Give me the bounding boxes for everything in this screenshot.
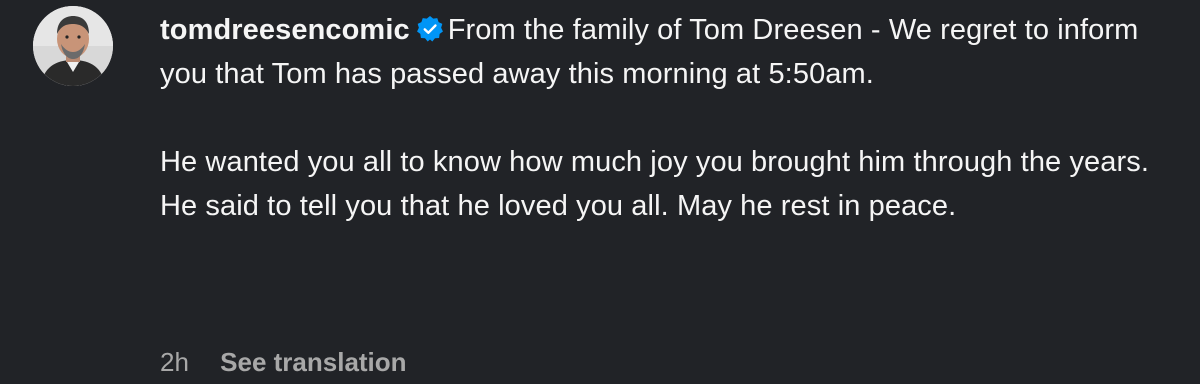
comment-body: tomdreesencomic From the family of Tom Dr… (160, 8, 1170, 228)
verified-badge-icon (416, 16, 443, 42)
username-link[interactable]: tomdreesencomic (160, 14, 410, 46)
timestamp[interactable]: 2h (160, 347, 189, 377)
avatar-photo-icon (33, 6, 113, 86)
caption-paragraph-2: He wanted you all to know how much joy y… (160, 146, 1150, 222)
see-translation-button[interactable]: See translation (220, 347, 406, 377)
comment-post: tomdreesencomic From the family of Tom Dr… (0, 0, 1200, 384)
avatar[interactable] (33, 6, 113, 86)
comment-meta: 2h See translation (160, 344, 407, 380)
caption-paragraph-1: tomdreesencomic From the family of Tom Dr… (160, 8, 1170, 96)
